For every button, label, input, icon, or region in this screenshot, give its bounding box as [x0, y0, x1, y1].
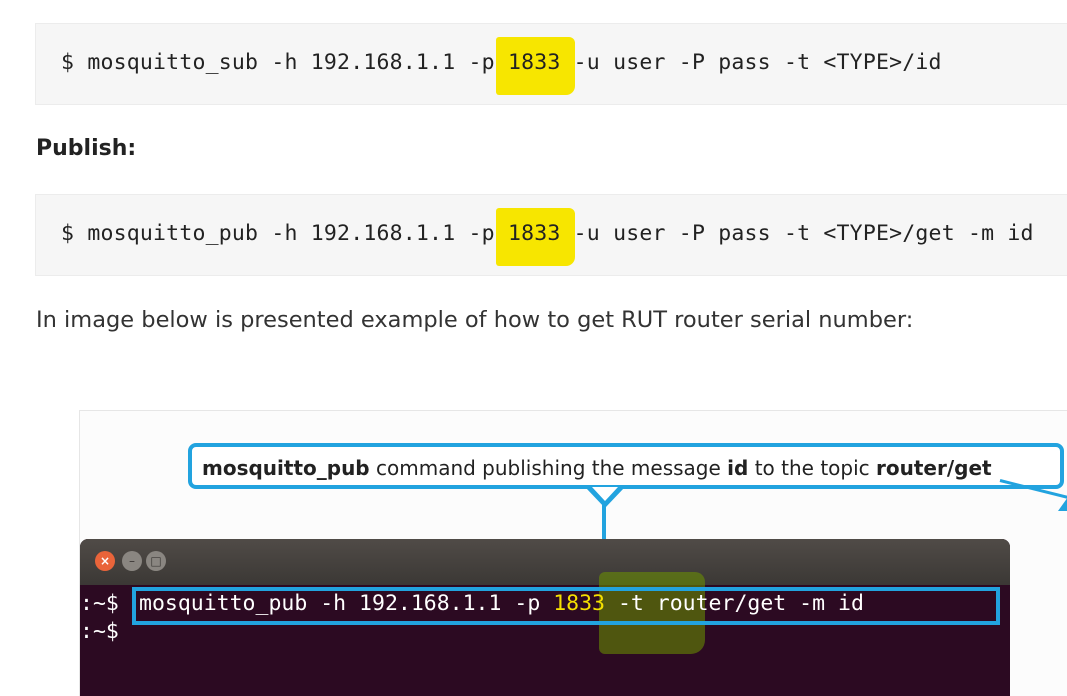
publish-command: $ mosquitto_pub -h 192.168.1.1 -p 1833 -…: [61, 208, 1034, 266]
callout-pointer-fill: [592, 487, 618, 501]
publish-prompt: $: [61, 221, 75, 246]
publish-heading: Publish:: [36, 136, 137, 161]
terminal-command-outline: [132, 587, 1000, 625]
publish-cmd-after: -u user -P pass -t <TYPE>/get -m id: [560, 221, 1034, 246]
callout-text-2: to the topic: [748, 456, 876, 480]
callout-box: mosquitto_pub command publishing the mes…: [188, 443, 1064, 489]
callout-text-1: command publishing the message: [369, 456, 728, 480]
callout-message: id: [727, 456, 749, 480]
terminal-prompt-1: :~$: [80, 591, 119, 616]
callout-cmd-name: mosquitto_pub: [202, 456, 370, 480]
maximize-window-button[interactable]: □: [146, 551, 166, 571]
publish-cmd-before: mosquitto_pub -h 192.168.1.1 -p: [87, 221, 508, 246]
subscribe-prompt: $: [61, 50, 75, 75]
example-figure: mosquitto_pub command publishing the mes…: [79, 410, 1067, 696]
subscribe-command: $ mosquitto_sub -h 192.168.1.1 -p 1833 -…: [61, 37, 942, 95]
terminal-window: × – □ :~$ mosquitto_pub -h 192.168.1.1 -…: [80, 539, 1010, 696]
subscribe-code-block: $ mosquitto_sub -h 192.168.1.1 -p 1833 -…: [35, 23, 1067, 105]
callout-topic: router/get: [876, 456, 992, 480]
minimize-window-button[interactable]: –: [122, 551, 142, 571]
subscribe-cmd-after: -u user -P pass -t <TYPE>/id: [560, 50, 942, 75]
close-window-button[interactable]: ×: [95, 551, 115, 571]
side-arrow-icon: [1058, 497, 1067, 511]
terminal-prompt-2: :~$: [80, 619, 119, 644]
publish-code-block: $ mosquitto_pub -h 192.168.1.1 -p 1833 -…: [35, 194, 1067, 276]
subscribe-cmd-before: mosquitto_sub -h 192.168.1.1 -p: [87, 50, 508, 75]
subscribe-port-highlight: 1833: [496, 37, 574, 95]
callout-text: mosquitto_pub command publishing the mes…: [202, 456, 992, 480]
publish-port-highlight: 1833: [496, 208, 574, 266]
intro-paragraph: In image below is presented example of h…: [36, 307, 914, 333]
terminal-titlebar: × – □: [80, 539, 1010, 585]
